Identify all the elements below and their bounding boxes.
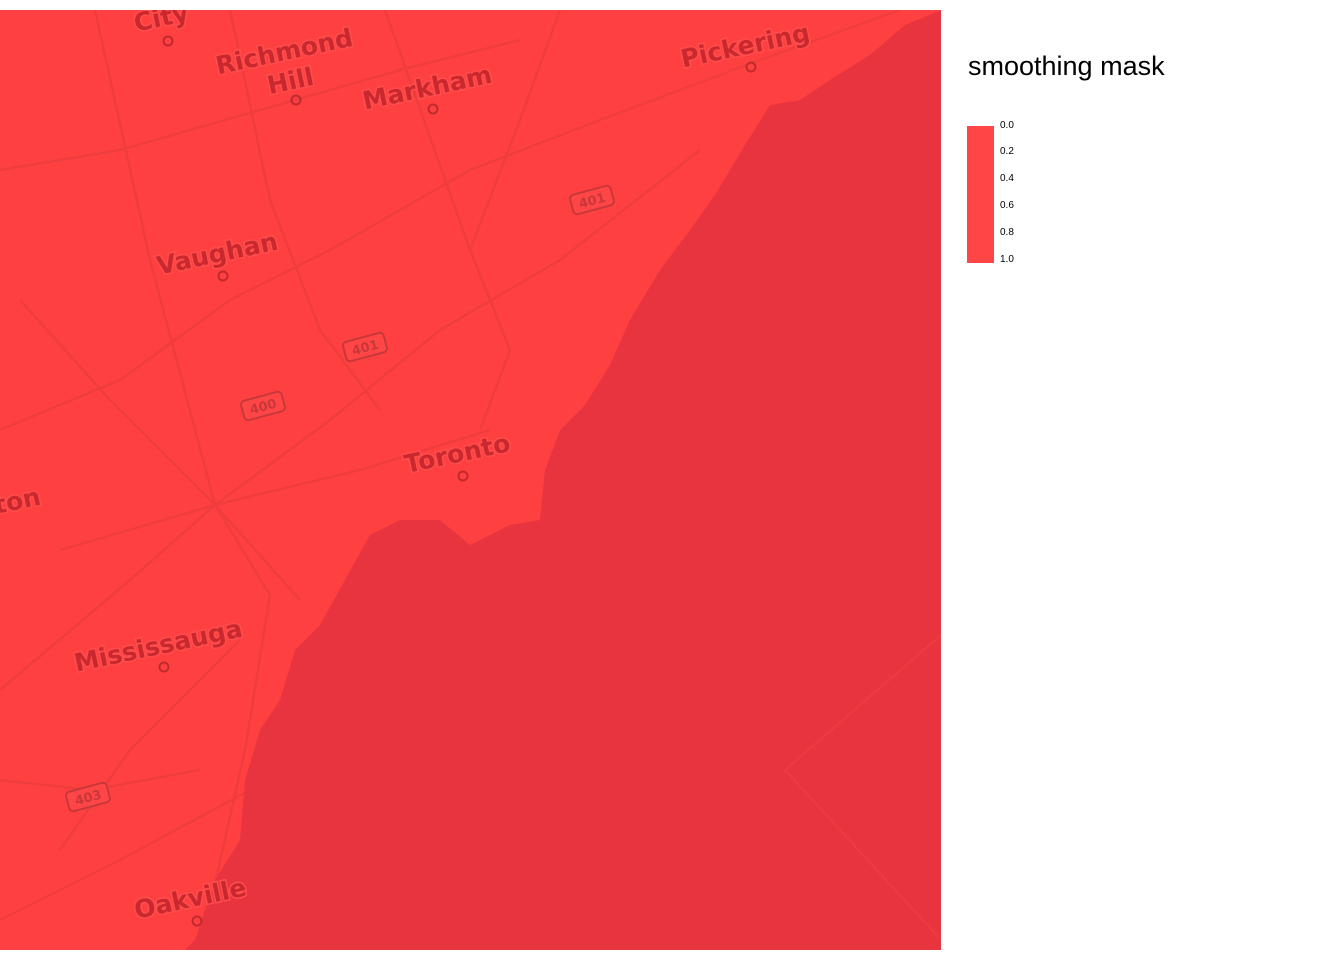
legend-tick: 0.4 [1000,173,1014,184]
legend-title: smoothing mask [968,51,1165,81]
legend-tick: 0.6 [1000,200,1014,211]
legend: smoothing mask 0.0 0.2 0.4 0.6 0.8 1.0 [967,40,1328,300]
legend-tick: 0.8 [1000,227,1014,238]
legend-tick: 1.0 [1000,254,1014,265]
legend-colorbar [967,126,994,263]
map-view[interactable]: 401 401 400 403 City RichmondHill Markha… [0,10,941,950]
map-canvas: 401 401 400 403 City RichmondHill Markha… [0,10,941,950]
legend-tick: 0.0 [1000,120,1014,131]
legend-tick: 0.2 [1000,146,1014,157]
